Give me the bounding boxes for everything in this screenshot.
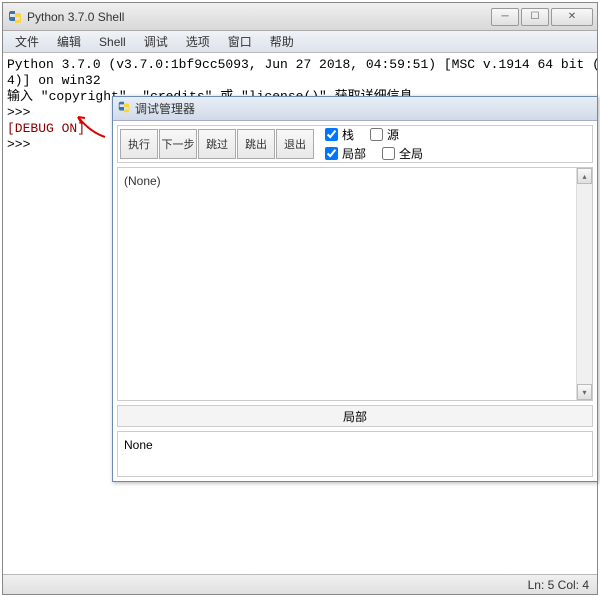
debug-body: (None) ▴ ▾ 局部 None — [117, 167, 593, 477]
locals-none-text: None — [124, 438, 153, 452]
debug-titlebar[interactable]: 调试管理器 — [113, 97, 597, 121]
check-source[interactable]: 源 — [370, 126, 399, 143]
check-globals-input[interactable] — [382, 147, 395, 160]
check-locals-input[interactable] — [325, 147, 338, 160]
menu-options[interactable]: 选项 — [178, 31, 218, 52]
debug-toolbar: 执行 下一步 跳过 跳出 退出 栈 源 局部 全局 — [117, 125, 593, 163]
debug-window: 调试管理器 执行 下一步 跳过 跳出 退出 栈 源 局部 全局 (None) ▴… — [112, 96, 598, 482]
out-button[interactable]: 跳出 — [237, 129, 275, 159]
maximize-button[interactable]: ☐ — [521, 8, 549, 26]
debug-checks: 栈 源 局部 全局 — [325, 126, 423, 162]
python-icon — [117, 100, 131, 117]
locals-header: 局部 — [117, 405, 593, 427]
check-stack-input[interactable] — [325, 128, 338, 141]
locals-panel[interactable]: None — [117, 431, 593, 477]
python-icon — [7, 9, 23, 25]
menubar: 文件 编辑 Shell 调试 选项 窗口 帮助 — [3, 31, 597, 53]
shell-line: 4)] on win32 — [7, 73, 593, 89]
scroll-down-icon[interactable]: ▾ — [577, 384, 592, 400]
close-button[interactable]: ✕ — [551, 8, 593, 26]
check-stack[interactable]: 栈 — [325, 126, 354, 143]
status-text: Ln: 5 Col: 4 — [528, 578, 589, 592]
menu-shell[interactable]: Shell — [91, 33, 134, 51]
check-locals[interactable]: 局部 — [325, 145, 366, 162]
step-button[interactable]: 下一步 — [159, 129, 197, 159]
menu-file[interactable]: 文件 — [7, 31, 47, 52]
over-button[interactable]: 跳过 — [198, 129, 236, 159]
menu-debug[interactable]: 调试 — [136, 31, 176, 52]
stack-panel[interactable]: (None) ▴ ▾ — [117, 167, 593, 401]
statusbar: Ln: 5 Col: 4 — [3, 574, 597, 594]
check-globals[interactable]: 全局 — [382, 145, 423, 162]
window-buttons: ─ ☐ ✕ — [491, 8, 593, 26]
menu-help[interactable]: 帮助 — [262, 31, 302, 52]
menu-edit[interactable]: 编辑 — [49, 31, 89, 52]
menu-window[interactable]: 窗口 — [220, 31, 260, 52]
minimize-button[interactable]: ─ — [491, 8, 519, 26]
main-titlebar[interactable]: Python 3.7.0 Shell ─ ☐ ✕ — [3, 3, 597, 31]
shell-line: Python 3.7.0 (v3.7.0:1bf9cc5093, Jun 27 … — [7, 57, 593, 73]
scrollbar[interactable]: ▴ ▾ — [576, 168, 592, 400]
main-title: Python 3.7.0 Shell — [27, 10, 491, 24]
check-source-input[interactable] — [370, 128, 383, 141]
quit-button[interactable]: 退出 — [276, 129, 314, 159]
locals-label: 局部 — [343, 408, 367, 425]
debug-title: 调试管理器 — [135, 100, 195, 117]
stack-none-text: (None) — [124, 174, 161, 188]
go-button[interactable]: 执行 — [120, 129, 158, 159]
scroll-up-icon[interactable]: ▴ — [577, 168, 592, 184]
